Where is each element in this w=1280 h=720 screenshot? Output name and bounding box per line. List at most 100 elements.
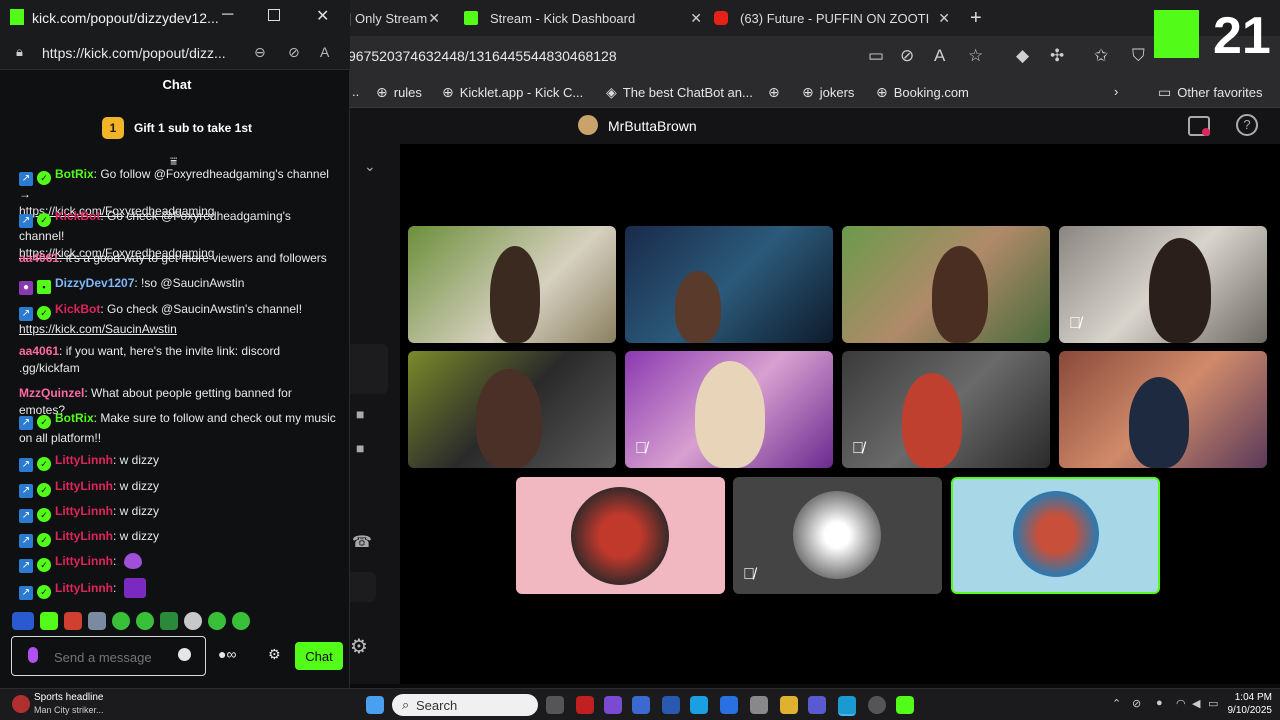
chat-username[interactable]: aa4061 <box>19 344 59 358</box>
participant-tile[interactable] <box>625 226 833 343</box>
popout-url[interactable]: https://kick.com/popout/dizz... <box>42 45 226 61</box>
camera-icon[interactable]: ▭ <box>868 46 884 66</box>
green-face-emote-icon[interactable] <box>112 612 130 630</box>
app-icon[interactable] <box>576 696 594 714</box>
app-icon[interactable] <box>604 696 622 714</box>
video-camera-icon[interactable]: ■ <box>356 406 364 422</box>
close-icon[interactable]: ✕ <box>938 10 950 27</box>
chat-message-input[interactable] <box>52 645 176 669</box>
participant-tile[interactable]: 🎙̸ <box>625 351 833 468</box>
chat-input-box[interactable] <box>11 636 206 676</box>
app-icon[interactable] <box>662 696 680 714</box>
chat-username[interactable]: DizzyDev1207 <box>55 276 134 290</box>
extension-icon[interactable]: ◆ <box>1016 46 1029 66</box>
bookmark-booking[interactable]: ⊕ Booking.com <box>876 84 969 101</box>
folder-icon[interactable] <box>780 696 798 714</box>
chat-username[interactable]: BotRix <box>55 167 94 181</box>
mic-icon[interactable] <box>28 647 38 663</box>
chat-username[interactable]: aa4061 <box>19 251 59 265</box>
face-emote-icon[interactable] <box>64 612 82 630</box>
participant-tile[interactable]: 🎙̸ <box>1059 226 1267 343</box>
bookmarks-more-chevron-icon[interactable]: › <box>1114 84 1118 99</box>
shield-icon[interactable]: ⛉ <box>1132 46 1145 66</box>
help-icon[interactable]: ? <box>1236 114 1258 136</box>
tray-mic-icon[interactable]: ● <box>1156 697 1163 709</box>
gear-icon[interactable]: ⚙ <box>268 646 281 663</box>
address-url[interactable]: 967520374632448/1316445544830468128 <box>348 48 617 64</box>
send-chat-button[interactable]: Chat <box>295 642 343 670</box>
lock-icon[interactable]: 🔒︎ <box>16 44 23 60</box>
browser-tab-youtube[interactable]: (63) Future - PUFFIN ON ZOOTIEZ ✕ <box>714 4 952 32</box>
emoji-icon[interactable] <box>178 648 191 661</box>
side-panel-tab[interactable] <box>348 344 388 394</box>
puzzle-icon[interactable]: ✣ <box>1050 46 1064 66</box>
favorites-icon[interactable]: ✩ <box>1094 46 1108 66</box>
w-emote-icon[interactable] <box>40 612 58 630</box>
task-view-icon[interactable] <box>546 696 564 714</box>
new-tab-button[interactable]: + <box>970 4 982 32</box>
store-icon[interactable] <box>750 696 768 714</box>
close-window-button[interactable]: ✕ <box>316 6 329 26</box>
chevron-down-icon[interactable]: ⌄ <box>364 158 376 175</box>
read-aloud-icon[interactable]: A <box>934 46 945 66</box>
news-widget-icon[interactable] <box>12 695 30 713</box>
participant-tile[interactable] <box>408 351 616 468</box>
participant-tile[interactable] <box>408 226 616 343</box>
windows-start-icon[interactable] <box>366 696 384 714</box>
browser-tab-only-stream[interactable]: | Only Stream ✕ <box>348 4 448 32</box>
battery-icon[interactable]: ▭ <box>1208 697 1218 710</box>
participant-tile[interactable] <box>842 226 1050 343</box>
chat-username[interactable]: LittyLinnh <box>55 453 113 467</box>
bookmark-overflow[interactable]: .. <box>352 84 359 99</box>
teams-icon[interactable] <box>808 696 826 714</box>
skull-emote-icon[interactable] <box>184 612 202 630</box>
minimize-button[interactable]: ─ <box>222 6 233 24</box>
gift-sub-banner[interactable]: 1 Gift 1 sub to take 1st <box>6 108 348 148</box>
participant-tile[interactable] <box>1059 351 1267 468</box>
maximize-button[interactable] <box>268 9 280 21</box>
chat-username[interactable]: LittyLinnh <box>55 504 113 518</box>
tray-icon[interactable]: ⊘ <box>1132 697 1141 710</box>
bookmark-globe[interactable]: ⊕ <box>768 84 786 101</box>
chat-username[interactable]: LittyLinnh <box>55 554 113 568</box>
app-icon[interactable] <box>632 696 650 714</box>
zoom-icon[interactable]: ⊖ <box>254 44 266 61</box>
clock-time[interactable]: 1:04 PM <box>1226 692 1272 703</box>
box-emote-icon[interactable] <box>160 612 178 630</box>
participant-tile-active-speaker[interactable] <box>951 477 1160 594</box>
close-icon[interactable]: ✕ <box>690 10 702 27</box>
taskbar-search[interactable]: ⌕ Search <box>392 694 538 716</box>
bookmark-kicklet[interactable]: ⊕ Kicklet.app - Kick C... <box>442 84 583 101</box>
clock-date[interactable]: 9/10/2025 <box>1222 705 1273 716</box>
gear-icon[interactable]: ⚙ <box>350 634 368 659</box>
green-face-emote-icon[interactable] <box>136 612 154 630</box>
kick-app-icon[interactable] <box>896 696 914 714</box>
bookmark-chatbot[interactable]: ◈ The best ChatBot an... <box>606 84 753 101</box>
tray-chevron-icon[interactable]: ⌃ <box>1112 697 1121 710</box>
extensions-icon[interactable]: ●∞ <box>218 646 236 662</box>
close-icon[interactable]: ✕ <box>428 10 440 27</box>
wifi-icon[interactable]: ◠ <box>1176 697 1186 710</box>
bottle-emote-icon[interactable] <box>88 612 106 630</box>
green-face-emote-icon[interactable] <box>208 612 226 630</box>
browser-tab-kick-dashboard[interactable]: Stream - Kick Dashboard ✕ <box>464 4 704 32</box>
edge-icon[interactable] <box>838 696 856 716</box>
news-title[interactable]: Sports headline <box>34 692 104 703</box>
participant-tile[interactable]: 🎙̸ <box>733 477 942 594</box>
other-favorites[interactable]: ▭ Other favorites <box>1158 84 1263 101</box>
tracking-icon[interactable]: ⊘ <box>288 44 300 61</box>
side-panel-tab[interactable] <box>348 572 376 602</box>
participant-tile[interactable]: 🎙̸ <box>842 351 1050 468</box>
volume-icon[interactable]: ◀ <box>1192 697 1200 710</box>
chat-username[interactable]: LittyLinnh <box>55 581 113 595</box>
chat-username[interactable]: MzzQuinzel <box>19 386 84 400</box>
chat-username[interactable]: LittyLinnh <box>55 529 113 543</box>
video-camera-icon[interactable]: ■ <box>356 440 364 456</box>
tracking-icon[interactable]: ⊘ <box>900 46 914 66</box>
alien-emote-icon[interactable] <box>232 612 250 630</box>
chat-username[interactable]: LittyLinnh <box>55 479 113 493</box>
kick-emote-icon[interactable] <box>12 612 34 630</box>
participant-tile[interactable] <box>516 477 725 594</box>
settings-icon[interactable] <box>868 696 886 714</box>
zoom-app-icon[interactable] <box>720 696 738 714</box>
